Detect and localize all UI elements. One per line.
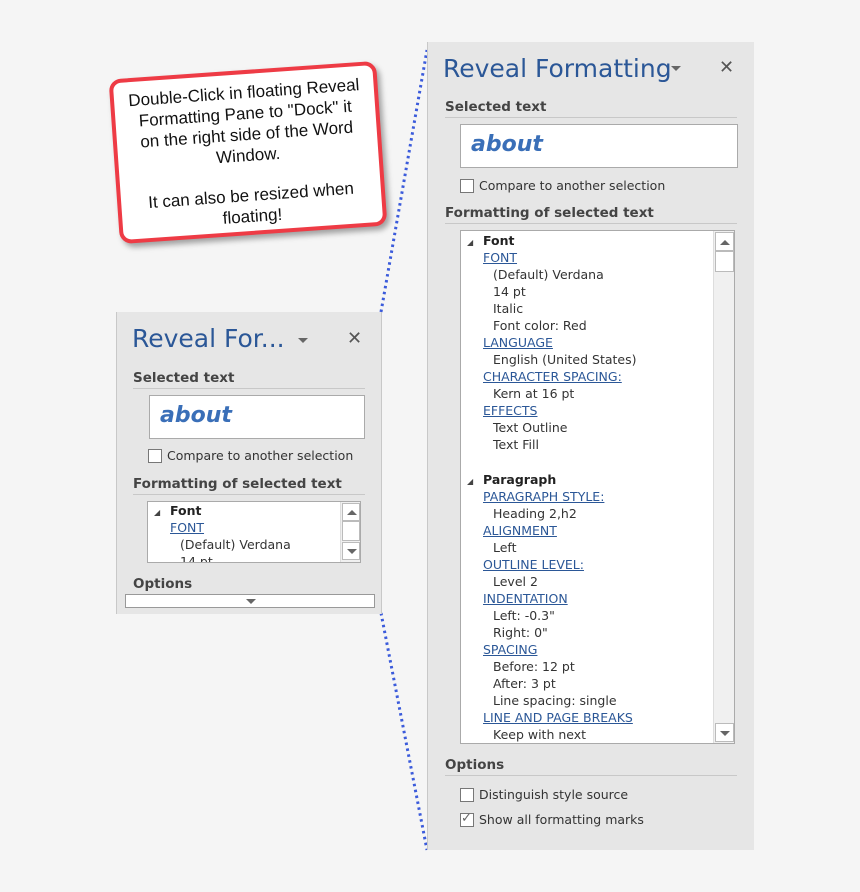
formatting-value: English (United States): [493, 352, 637, 367]
collapse-icon[interactable]: ◢: [461, 234, 483, 251]
formatting-value: (Default) Verdana: [180, 537, 291, 552]
formatting-link[interactable]: LANGUAGE: [461, 334, 711, 351]
formatting-value: Italic: [493, 301, 524, 316]
formatting-value: Level 2: [493, 574, 538, 589]
scroll-thumb[interactable]: [715, 251, 734, 272]
compare-checkbox-row[interactable]: Compare to another selection: [460, 175, 665, 194]
instruction-callout: Double-Click in floating Reveal Formattin…: [108, 60, 388, 245]
formatting-heading: Formatting of selected text: [445, 205, 737, 224]
compare-checkbox[interactable]: [148, 448, 162, 463]
formatting-link[interactable]: FONT: [148, 519, 338, 536]
pane-title: Reveal For...: [132, 324, 285, 353]
scroll-up-button[interactable]: [715, 232, 734, 251]
formatting-link[interactable]: OUTLINE LEVEL:: [461, 556, 711, 573]
connector-line-top: [379, 49, 429, 313]
scroll-thumb[interactable]: [342, 521, 360, 541]
selected-text-heading: Selected text: [445, 99, 737, 118]
compare-checkbox-row[interactable]: Compare to another selection: [148, 445, 353, 464]
close-icon[interactable]: ✕: [719, 59, 734, 77]
formatting-value: Text Outline: [493, 420, 568, 435]
connector-line-bottom: [379, 612, 429, 851]
formatting-heading: Formatting of selected text: [133, 476, 365, 495]
formatting-value: (Default) Verdana: [493, 267, 604, 282]
selected-text-sample: about: [160, 403, 232, 428]
show-formatting-marks-label: Show all formatting marks: [479, 812, 644, 827]
scroll-up-button[interactable]: [342, 503, 360, 521]
scroll-down-button[interactable]: [342, 542, 360, 560]
selected-text-preview: about: [149, 395, 365, 439]
docked-reveal-formatting-pane[interactable]: Reveal Formatting ✕ Selected text about …: [427, 42, 754, 850]
formatting-link[interactable]: EFFECTS: [461, 402, 711, 419]
formatting-value: Line spacing: single: [493, 693, 617, 708]
formatting-link[interactable]: SPACING: [461, 641, 711, 658]
section-header[interactable]: ◢ Paragraph: [461, 471, 711, 488]
close-icon[interactable]: ✕: [347, 330, 362, 348]
compare-checkbox[interactable]: [460, 178, 474, 193]
formatting-value: 14 pt: [493, 284, 526, 299]
formatting-value: Left: -0.3": [493, 608, 555, 623]
formatting-value: Before: 12 pt: [493, 659, 575, 674]
formatting-value: 14 pt: [180, 554, 213, 563]
scrollbar[interactable]: [340, 502, 360, 562]
options-heading: Options: [445, 757, 737, 776]
collapse-icon[interactable]: ◢: [461, 473, 483, 490]
section-header-label: Font: [483, 233, 515, 248]
selected-text-heading: Selected text: [133, 370, 365, 389]
show-formatting-marks-row[interactable]: Show all formatting marks: [460, 809, 644, 828]
formatting-value: After: 3 pt: [493, 676, 556, 691]
section-header-label: Paragraph: [483, 472, 557, 487]
formatting-value: Font color: Red: [493, 318, 587, 333]
selected-text-preview: about: [460, 124, 738, 168]
floating-reveal-formatting-pane[interactable]: Reveal For... ✕ Selected text about Comp…: [116, 312, 382, 614]
pane-options-dropdown-icon[interactable]: [298, 338, 308, 343]
formatting-value: Heading 2,h2: [493, 506, 577, 521]
formatting-value: Left: [493, 540, 517, 555]
show-formatting-marks-checkbox[interactable]: [460, 811, 474, 827]
pane-title: Reveal Formatting: [443, 54, 672, 83]
compare-label: Compare to another selection: [479, 178, 666, 193]
section-header[interactable]: ◢ Font: [461, 232, 711, 249]
expand-options-icon: [246, 599, 256, 604]
formatting-link[interactable]: ALIGNMENT: [461, 522, 711, 539]
options-heading: Options: [133, 576, 193, 592]
formatting-list[interactable]: ◢ Font FONT (Default) Verdana 14 pt: [147, 501, 361, 563]
selected-text-sample: about: [471, 132, 543, 157]
formatting-value: Keep with next: [493, 727, 587, 742]
options-expand-button[interactable]: [125, 594, 375, 608]
formatting-value: Right: 0": [493, 625, 548, 640]
formatting-link[interactable]: CHARACTER SPACING:: [461, 368, 711, 385]
collapse-icon[interactable]: ◢: [148, 504, 170, 521]
formatting-link[interactable]: LINE AND PAGE BREAKS: [461, 709, 711, 726]
distinguish-style-source-label: Distinguish style source: [479, 787, 629, 802]
scrollbar[interactable]: [713, 231, 734, 743]
section-header[interactable]: ◢ Font: [148, 502, 338, 519]
section-header-label: Font: [170, 503, 202, 518]
formatting-link[interactable]: INDENTATION: [461, 590, 711, 607]
distinguish-style-source-row[interactable]: Distinguish style source: [460, 784, 628, 803]
formatting-value: Kern at 16 pt: [493, 386, 575, 401]
scroll-down-button[interactable]: [715, 723, 734, 742]
distinguish-style-source-checkbox[interactable]: [460, 787, 474, 802]
pane-options-dropdown-icon[interactable]: [671, 66, 681, 71]
formatting-value: Text Fill: [493, 437, 539, 452]
compare-label: Compare to another selection: [167, 448, 354, 463]
formatting-list[interactable]: ◢ Font FONT (Default) Verdana 14 pt Italic Fon…: [460, 230, 735, 744]
formatting-link[interactable]: PARAGRAPH STYLE:: [461, 488, 711, 505]
formatting-link[interactable]: FONT: [461, 249, 711, 266]
